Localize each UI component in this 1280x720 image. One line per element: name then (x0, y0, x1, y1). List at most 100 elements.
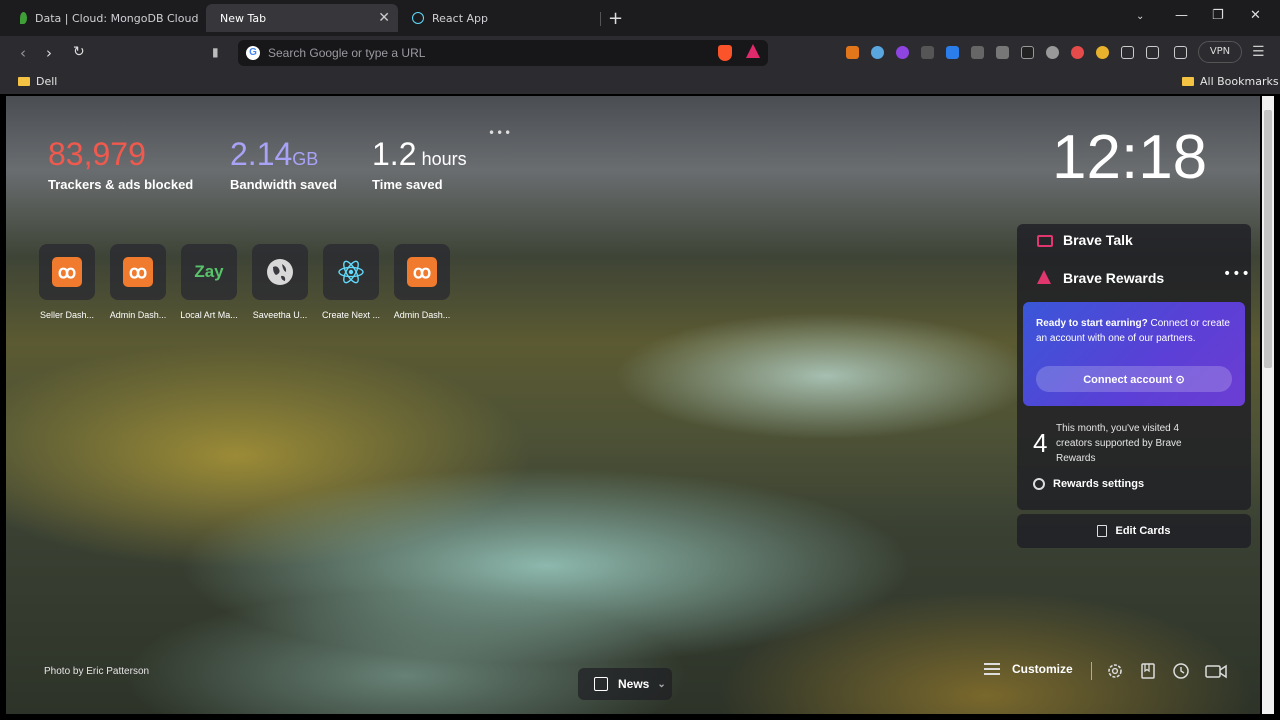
photo-credit-prefix: Photo by (44, 666, 84, 677)
restore-icon[interactable]: ❐ (1212, 8, 1224, 23)
top-site-tile[interactable]: ꝏ Admin Dash... (101, 244, 175, 320)
xampp-icon: ꝏ (52, 257, 82, 287)
menu-hamburger-icon[interactable]: ☰ (1252, 44, 1265, 60)
brave-shields-icon[interactable] (718, 45, 732, 61)
tab-react-app[interactable]: React App (398, 4, 598, 32)
reload-icon[interactable]: ↻ (73, 44, 85, 60)
bandwidth-stat: 2.14GB Bandwidth saved (230, 136, 337, 192)
photo-credit: Photo by Eric Patterson (44, 666, 149, 677)
purple-extension-icon[interactable] (896, 46, 909, 59)
news-button[interactable]: News ⌄ (578, 668, 672, 700)
trackers-label: Trackers & ads blocked (48, 177, 194, 192)
wallet-icon[interactable] (1174, 46, 1187, 59)
extensions-puzzle-icon[interactable] (1121, 46, 1134, 59)
top-site-tile[interactable]: ꝏ Seller Dash... (30, 244, 104, 320)
k-extension-icon[interactable] (946, 46, 959, 59)
brave-talk-camera-icon[interactable] (1205, 662, 1227, 680)
brave-rewards-title: Brave Rewards (1063, 270, 1165, 286)
forward-icon[interactable]: › (46, 44, 52, 62)
bandwidth-value: 2.14 (230, 136, 293, 172)
all-bookmarks-folder[interactable]: All Bookmarks (1182, 75, 1279, 88)
bookmark-label: Dell (36, 75, 58, 88)
newspaper-icon (594, 677, 608, 691)
bookmark-folder-dell[interactable]: Dell (18, 75, 57, 88)
zay-icon: Zay (194, 262, 224, 281)
bracket-extension-icon[interactable] (996, 46, 1009, 59)
back-icon[interactable]: ‹ (20, 44, 26, 62)
new-tab-plus-icon[interactable]: + (608, 8, 623, 29)
metamask-extension-icon[interactable] (846, 46, 859, 59)
stats-more-icon[interactable]: ••• (488, 126, 512, 140)
brave-rewards-icon[interactable] (746, 44, 760, 58)
google-icon: G (246, 46, 260, 60)
time-unit: hours (421, 149, 467, 169)
vue-devtools-extension-icon[interactable] (871, 46, 884, 59)
top-site-icon-box: ꝏ (394, 244, 450, 300)
top-site-icon-box: ꝏ (39, 244, 95, 300)
toolbar: ‹ › ↻ ▮ G VPN ☰ (0, 36, 1280, 70)
top-site-icon-box: Zay (181, 244, 237, 300)
bookmarks-bar: Dell All Bookmarks (0, 70, 1280, 94)
tab-mongodb[interactable]: Data | Cloud: MongoDB Cloud (6, 4, 204, 32)
top-site-icon-box (252, 244, 308, 300)
sidebar-icon[interactable] (1146, 46, 1159, 59)
top-site-icon-box: ꝏ (110, 244, 166, 300)
settings-gear-icon[interactable] (1106, 662, 1124, 680)
reload-extension-icon[interactable] (921, 46, 934, 59)
top-site-tile[interactable]: ꝏ Admin Dash... (385, 244, 459, 320)
footer-divider (1091, 662, 1092, 680)
target-extension-icon[interactable] (1046, 46, 1059, 59)
bandwidth-label: Bandwidth saved (230, 177, 337, 192)
top-site-label: Local Art Ma... (180, 310, 238, 320)
brave-rewards-icon (1037, 270, 1051, 284)
top-site-tile[interactable]: Saveetha U... (243, 244, 317, 320)
news-label: News (618, 677, 650, 691)
close-tab-icon[interactable]: ✕ (378, 10, 390, 26)
edit-cards-label: Edit Cards (1115, 525, 1171, 537)
close-window-icon[interactable]: ✕ (1250, 8, 1261, 23)
brave-talk-card[interactable]: Brave Talk (1017, 224, 1251, 258)
time-label: Time saved (372, 177, 443, 192)
tab-search-chevron-icon[interactable]: ⌄ (1136, 11, 1144, 22)
new-tab-page: 83,979 Trackers & ads blocked 2.14GB Ban… (6, 96, 1260, 714)
tab-strip: Data | Cloud: MongoDB Cloud New Tab ✕ Re… (0, 0, 1280, 36)
creators-count: 4 (1033, 428, 1048, 458)
top-site-label: Admin Dash... (109, 310, 167, 320)
connect-account-button[interactable]: Connect account ⊙ (1036, 366, 1232, 392)
top-site-tile[interactable]: Zay Local Art Ma... (172, 244, 246, 320)
trackers-value: 83,979 (48, 136, 146, 172)
vpn-button[interactable]: VPN (1198, 41, 1242, 63)
address-bar[interactable]: G (238, 40, 768, 66)
time-value: 1.2 (372, 136, 417, 172)
history-icon[interactable] (1172, 662, 1190, 680)
rewards-settings-link[interactable]: Rewards settings (1033, 478, 1144, 490)
customize-button[interactable]: Customize (984, 662, 1073, 676)
red-extension-icon[interactable] (1071, 46, 1084, 59)
photo-credit-author[interactable]: Eric Patterson (86, 666, 149, 677)
rewards-more-icon[interactable]: ••• (1223, 266, 1251, 282)
edit-cards-icon (1097, 525, 1108, 537)
color-extension-icon[interactable] (1096, 46, 1109, 59)
top-site-tile[interactable]: Create Next ... (314, 244, 388, 320)
grid-extension-icon[interactable] (1021, 46, 1034, 59)
connect-account-label: Connect account (1083, 373, 1173, 386)
top-site-label: Create Next ... (321, 310, 381, 320)
chevron-down-icon: ⌄ (657, 678, 666, 690)
scrollbar-thumb[interactable] (1264, 110, 1272, 368)
tab-label: New Tab (220, 11, 267, 25)
trackers-stat: 83,979 Trackers & ads blocked (48, 136, 193, 192)
creators-text: This month, you've visited 4 creators su… (1056, 423, 1182, 464)
address-input[interactable] (268, 44, 688, 62)
s-extension-icon[interactable] (971, 46, 984, 59)
clock: 12:18 (1052, 123, 1208, 192)
react-icon (412, 12, 424, 24)
tab-label: React App (432, 11, 489, 25)
minimize-icon[interactable]: — (1175, 8, 1188, 23)
edit-cards-button[interactable]: Edit Cards (1017, 514, 1251, 548)
page-scrollbar[interactable] (1262, 96, 1274, 714)
bookmarks-icon[interactable] (1139, 662, 1157, 680)
tab-new-tab[interactable]: New Tab ✕ (206, 4, 398, 32)
tab-divider (600, 12, 601, 26)
top-site-icon-box (323, 244, 379, 300)
bookmark-icon[interactable]: ▮ (212, 45, 219, 59)
